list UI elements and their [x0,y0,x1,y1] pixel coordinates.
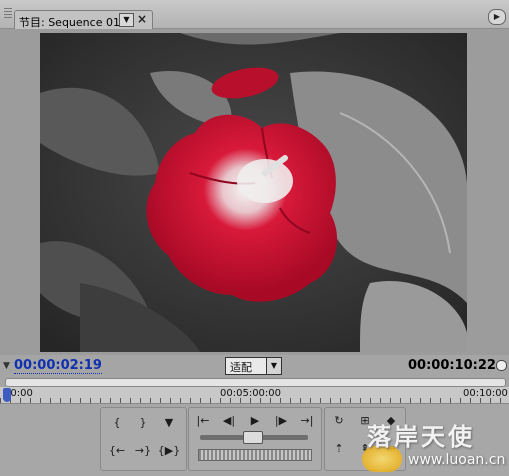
play-in-out-icon[interactable]: {▶} [157,442,181,460]
video-frame[interactable] [40,33,467,352]
step-back-icon[interactable]: ◀| [217,412,241,430]
chevron-down-icon[interactable]: ▼ [119,13,134,27]
loop-icon[interactable]: ↻ [327,412,351,430]
ruler-ticks [0,398,509,403]
mark-out-icon[interactable]: } [131,414,155,432]
panel-grip-icon[interactable] [4,8,12,20]
lift-icon[interactable]: ⇡ [327,440,351,458]
panel-menu-icon[interactable]: ▶ [488,9,506,25]
timeline-zoom-scrollbar[interactable] [5,378,506,387]
zoom-fit-select[interactable]: 适配 ▼ [225,357,282,375]
current-timecode[interactable]: 00:00:02:19 [14,358,102,374]
settings-dot-icon[interactable] [496,360,507,371]
tab-program-monitor[interactable]: 节目: Sequence 01 ▼ × [14,10,153,29]
playhead-icon[interactable] [3,388,11,402]
close-icon[interactable]: × [137,12,147,26]
marker-icon[interactable]: ▼ [157,414,181,432]
step-forward-icon[interactable]: |▶ [269,412,293,430]
play-icon[interactable]: ▶ [243,412,267,430]
shuttle-control[interactable] [198,449,312,461]
chevron-down-icon[interactable]: ▼ [266,358,281,374]
timecode-bar: ▼ 00:00:02:19 适配 ▼ 00:00:10:22 [0,356,509,378]
collapse-triangle-icon[interactable]: ▼ [3,361,10,371]
watermark-text: 落岸天使 [367,422,475,451]
panel-header: 节目: Sequence 01 ▼ × ▶ [0,0,509,29]
prev-edit-icon[interactable]: |← [191,412,215,430]
tab-label: 节目: Sequence 01 [19,16,120,29]
go-to-in-icon[interactable]: {← [105,442,129,460]
time-ruler[interactable]: 00:00 00:05:00:00 00:10:00 [0,387,509,404]
program-monitor-viewer [0,29,509,355]
watermark-url: www.luoan.cn [408,452,506,468]
go-to-out-icon[interactable]: →} [131,442,155,460]
jog-slider-handle[interactable] [243,431,263,444]
next-edit-icon[interactable]: →| [295,412,319,430]
duration-timecode: 00:00:10:22 [408,358,496,373]
fit-label: 适配 [230,361,252,374]
mark-in-icon[interactable]: { [105,414,129,432]
marker-group: { } ▼ {← →} {▶} [100,407,187,471]
